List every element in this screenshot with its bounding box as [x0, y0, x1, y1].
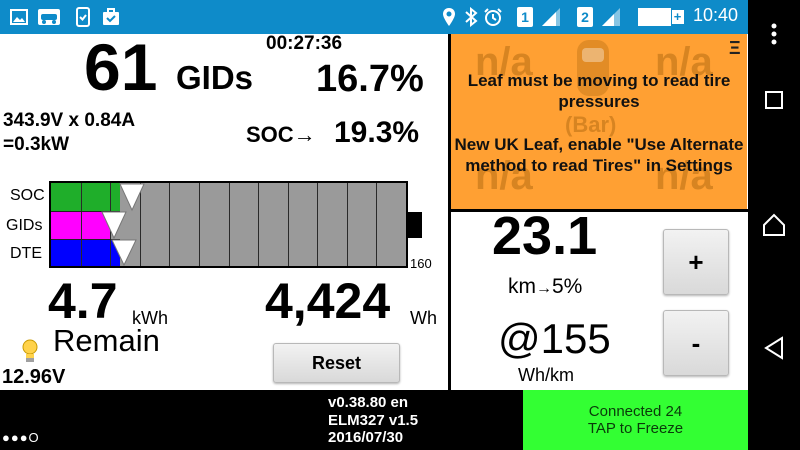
tire-menu-icon[interactable]: Ξ	[729, 38, 741, 59]
soc-label: SOC→	[246, 122, 316, 147]
signal-icon	[540, 6, 562, 28]
home-icon[interactable]	[761, 212, 787, 243]
battery-bar-gauge	[49, 181, 408, 268]
status-bar: 1 2 50% + 10:40	[0, 0, 800, 34]
range-unit-line: km→5%	[508, 275, 582, 301]
decrease-button[interactable]: -	[663, 310, 729, 376]
soc-value: 19.3%	[334, 116, 420, 149]
soc-marker	[119, 183, 145, 212]
range-distance: 23.1	[492, 206, 598, 266]
bar-max-label: 160	[410, 256, 432, 271]
tap-to-freeze-label: TAP to Freeze	[587, 420, 684, 437]
remain-label: Remain	[53, 323, 160, 358]
gids-percent: 16.7%	[316, 58, 424, 100]
efficiency-value: @155	[498, 315, 611, 362]
recents-icon[interactable]	[764, 90, 784, 115]
wh-unit: Wh	[410, 308, 437, 328]
gids-value: 61	[84, 30, 158, 104]
signal-icon	[600, 6, 622, 28]
bar-label-gids: GIDs	[6, 217, 43, 234]
build-date: 2016/07/30	[328, 429, 404, 446]
phone-check-icon	[72, 6, 94, 28]
kwh-value: 4.7	[48, 273, 118, 329]
wh-value: 4,424	[265, 273, 391, 329]
alarm-icon	[482, 6, 504, 28]
tire-message-uk-leaf: New UK Leaf, enable "Use Alternate metho…	[454, 135, 744, 175]
connection-status-button[interactable]: Connected 24 TAP to Freeze	[523, 390, 748, 450]
battery-markers	[101, 183, 145, 266]
back-icon[interactable]	[763, 336, 785, 365]
battery-terminal	[408, 212, 422, 238]
car-icon	[36, 6, 62, 28]
efficiency-unit: Wh/km	[518, 365, 574, 385]
gids-marker	[101, 211, 127, 240]
power-readout: =0.3kW	[3, 134, 70, 155]
range-reserve: 5%	[552, 275, 583, 298]
dte-marker	[111, 239, 137, 266]
briefcase-check-icon	[100, 6, 122, 28]
overflow-menu-icon[interactable]	[766, 22, 782, 51]
connection-status: Connected 24	[588, 403, 683, 420]
page-indicator[interactable]: ●●●O	[2, 430, 40, 445]
bar-label-dte: DTE	[10, 245, 42, 262]
increase-button[interactable]: +	[663, 229, 729, 295]
adapter-version: ELM327 v1.5	[328, 412, 419, 429]
range-arrow: →	[536, 280, 552, 297]
charging-plus-icon: +	[671, 10, 684, 24]
sim2-icon: 2	[574, 6, 596, 28]
tire-message-moving: Leaf must be moving to read tire pressur…	[467, 71, 731, 111]
sim2-label: 2	[577, 7, 593, 27]
battery-icon: 50% +	[636, 6, 686, 28]
gids-label: GIDs	[176, 59, 254, 96]
app-version: v0.38.80 en	[328, 394, 409, 411]
range-distance-unit: km	[508, 275, 536, 298]
gallery-icon	[8, 6, 30, 28]
clock: 10:40	[692, 5, 738, 25]
bluetooth-icon	[460, 6, 482, 28]
trip-timer: 00:27:36	[266, 33, 343, 54]
bar-label-soc: SOC	[10, 187, 45, 204]
aux-battery-voltage: 12.96V	[2, 366, 66, 388]
navigation-bar	[748, 0, 800, 450]
voltage-current: 343.9V x 0.84A	[3, 110, 136, 131]
reset-button[interactable]: Reset	[273, 343, 400, 383]
sim1-label: 1	[517, 7, 533, 27]
battery-percent: 50%	[638, 8, 671, 26]
location-icon	[438, 6, 460, 28]
tire-pressure-panel[interactable]: n/a n/a n/a n/a (Bar) Ξ Leaf must be mov…	[451, 34, 747, 209]
main-panel: 61 GIDs 00:27:36 16.7% 343.9V x 0.84A =0…	[0, 30, 748, 390]
sim1-icon: 1	[514, 6, 536, 28]
